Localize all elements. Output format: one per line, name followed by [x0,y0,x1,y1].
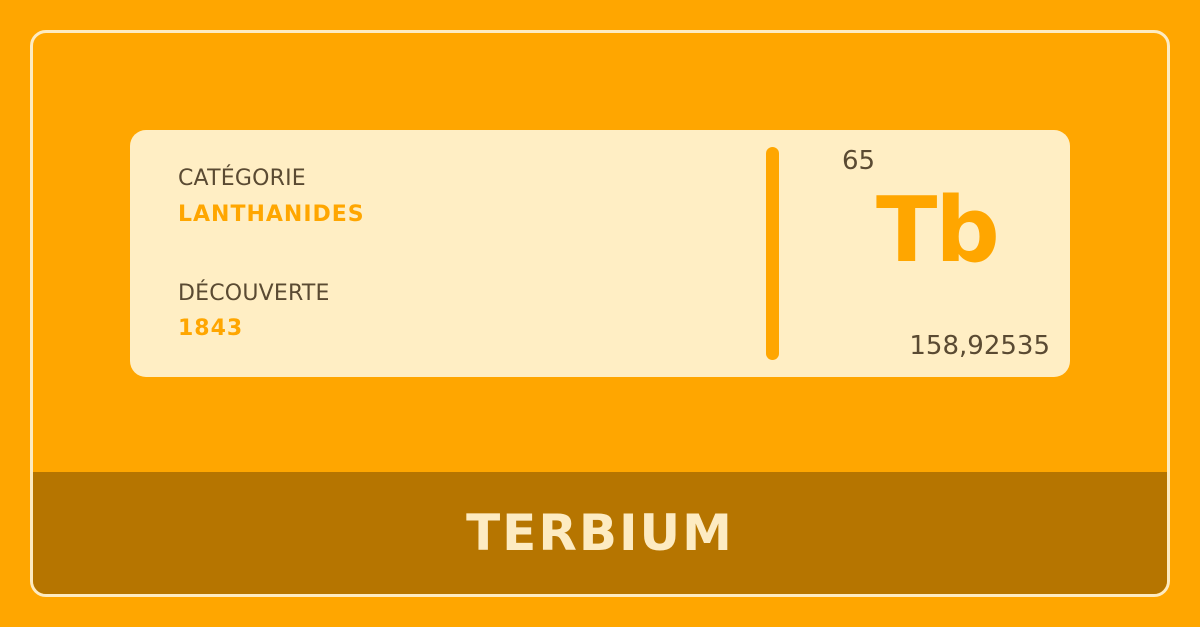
discovery-label: DÉCOUVERTE [178,281,330,306]
element-name: TERBIUM [466,504,734,562]
atomic-mass: 158,92535 [909,331,1050,361]
atomic-number: 65 [842,146,876,176]
element-symbol: Tb [876,178,1000,283]
element-info-card: CATÉGORIE LANTHANIDES DÉCOUVERTE 1843 65… [130,130,1070,377]
discovery-year: 1843 [178,316,244,341]
name-banner: TERBIUM [33,472,1167,594]
category-value: LANTHANIDES [178,202,365,227]
divider-bar [766,147,779,360]
category-label: CATÉGORIE [178,166,306,191]
element-card-frame: CATÉGORIE LANTHANIDES DÉCOUVERTE 1843 65… [30,30,1170,597]
